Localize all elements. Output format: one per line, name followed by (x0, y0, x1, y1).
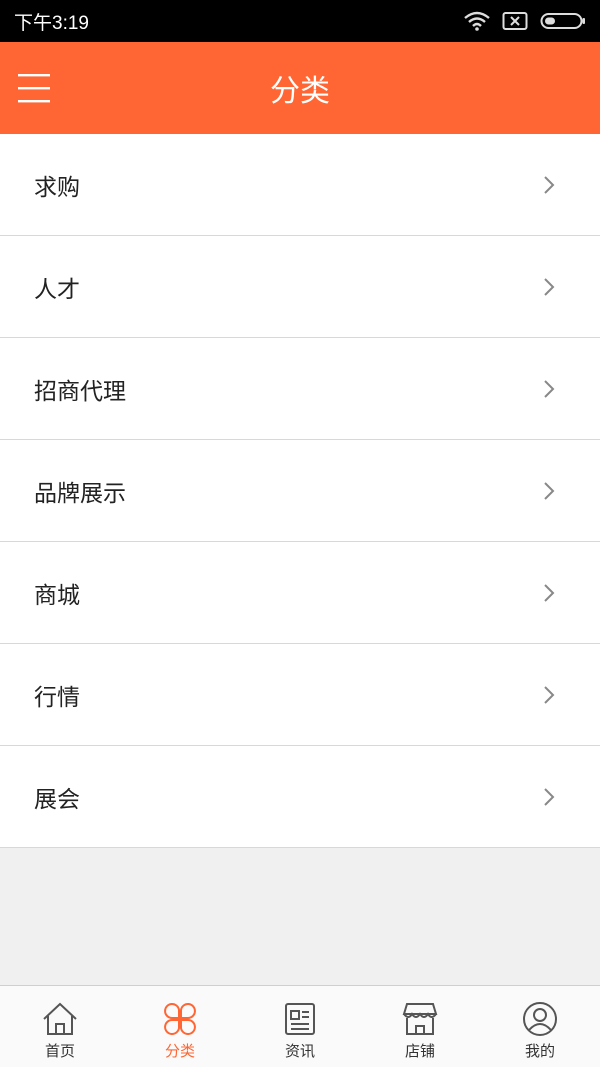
menu-button[interactable] (14, 68, 54, 108)
tab-profile[interactable]: 我的 (480, 986, 600, 1067)
category-label: 商城 (34, 582, 80, 609)
chevron-right-icon (544, 787, 555, 806)
tab-label: 资讯 (284, 1042, 315, 1060)
chevron-right-icon (544, 583, 555, 602)
tab-store[interactable]: 店铺 (360, 986, 480, 1067)
category-item[interactable]: 展会 (0, 746, 600, 848)
category-label: 展会 (34, 786, 80, 813)
chevron-right-icon (544, 379, 555, 398)
chevron-right-icon (544, 175, 555, 194)
tab-label: 分类 (164, 1042, 195, 1060)
status-bar: 下午3:19 (0, 0, 600, 42)
category-item[interactable]: 品牌展示 (0, 440, 600, 542)
chevron-right-icon (544, 685, 555, 704)
user-icon (523, 1002, 557, 1036)
tab-category[interactable]: 分类 (120, 986, 240, 1067)
category-label: 求购 (34, 174, 80, 201)
tab-label: 店铺 (404, 1042, 435, 1060)
wifi-icon (464, 11, 490, 31)
category-item[interactable]: 人才 (0, 236, 600, 338)
category-item[interactable]: 求购 (0, 134, 600, 236)
chevron-right-icon (544, 481, 555, 500)
category-label: 人才 (34, 276, 80, 303)
status-time: 下午3:19 (14, 12, 89, 34)
category-label: 行情 (34, 684, 80, 711)
no-sim-icon (502, 12, 528, 30)
category-item[interactable]: 招商代理 (0, 338, 600, 440)
news-icon (285, 1003, 315, 1035)
tab-news[interactable]: 资讯 (240, 986, 360, 1067)
category-label: 招商代理 (34, 378, 126, 405)
clover-icon (164, 1003, 196, 1035)
chevron-right-icon (544, 277, 555, 296)
tab-home[interactable]: 首页 (0, 986, 120, 1067)
store-icon (402, 1003, 438, 1035)
tab-label: 首页 (44, 1042, 75, 1060)
category-item[interactable]: 行情 (0, 644, 600, 746)
status-icons (464, 11, 586, 31)
app-bar: 分类 (0, 42, 600, 134)
tab-label: 我的 (524, 1042, 555, 1060)
bottom-tab-bar: 首页 分类 资讯 店铺 我的 (0, 985, 600, 1067)
menu-icon (18, 74, 50, 103)
category-label: 品牌展示 (34, 480, 126, 507)
category-item[interactable]: 商城 (0, 542, 600, 644)
page-title: 分类 (270, 74, 330, 109)
battery-icon (540, 13, 585, 29)
home-icon (43, 1002, 77, 1035)
category-list: 求购 人才 招商代理 品牌展示 商城 行情 展会 (0, 134, 600, 848)
